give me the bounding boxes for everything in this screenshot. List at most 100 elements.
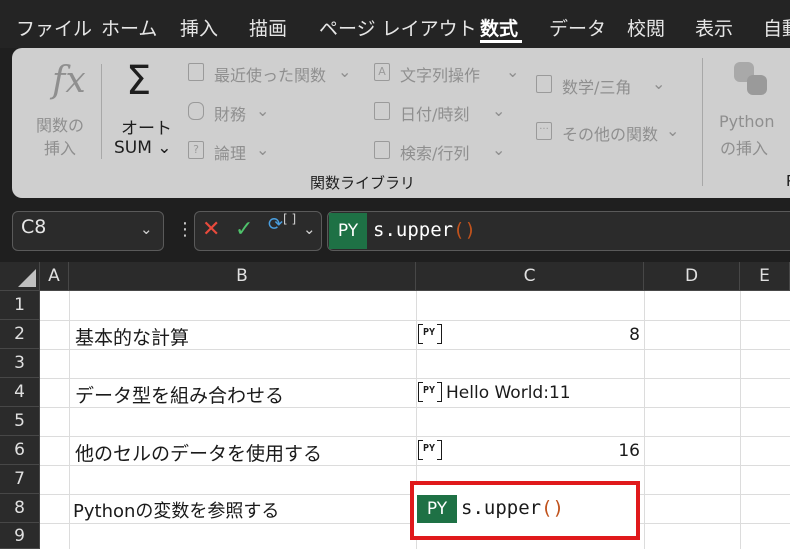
text-icon: A xyxy=(374,63,390,81)
python-icon xyxy=(734,62,768,96)
logical-label: 論理 xyxy=(214,144,247,163)
insert-function-label-1: 関数の xyxy=(36,116,85,135)
column-header-b[interactable]: B xyxy=(69,262,416,291)
row-header-6[interactable]: 6 xyxy=(0,436,40,465)
star-icon xyxy=(188,63,204,81)
cell-b2[interactable]: 基本的な計算 xyxy=(75,323,189,350)
row-gridline xyxy=(40,320,790,321)
lookup-dropdown[interactable]: 検索/行列 ⌄ xyxy=(374,140,524,163)
ribbon-separator xyxy=(702,58,703,186)
more-options-icon[interactable]: ⋮ xyxy=(176,219,194,240)
python-badge: PY xyxy=(417,495,457,523)
more-functions-dropdown[interactable]: ··· その他の関数 ⌄ xyxy=(536,121,696,144)
more-functions-label: その他の関数 xyxy=(562,125,659,144)
financial-label: 財務 xyxy=(214,105,247,124)
python-cell-icon: PY xyxy=(418,440,442,460)
column-header-e[interactable]: E xyxy=(740,262,790,291)
menu-review[interactable]: 校閲 xyxy=(627,14,665,41)
row-header-9[interactable]: 9 xyxy=(0,523,40,549)
sigma-icon: Σ xyxy=(126,58,152,104)
more-functions-icon: ··· xyxy=(536,122,552,140)
menu-view[interactable]: 表示 xyxy=(695,14,733,41)
row-header-2[interactable]: 2 xyxy=(0,320,40,349)
chevron-down-icon: ⌄ xyxy=(652,74,666,93)
cell-b6[interactable]: 他のセルのデータを使用する xyxy=(75,439,322,466)
enter-icon[interactable]: ✓ xyxy=(235,217,253,242)
chevron-down-icon: ⌄ xyxy=(338,62,352,81)
datetime-label: 日付/時刻 xyxy=(400,105,470,124)
question-icon: ? xyxy=(188,141,204,159)
financial-dropdown[interactable]: 財務 ⌄ xyxy=(188,101,278,124)
python-cell-icon: PY xyxy=(418,382,442,402)
cell-c6[interactable]: 16 xyxy=(560,441,640,461)
menu-bar: ファイル ホーム 挿入 描画 ページ レイアウト 数式 データ 校閲 表示 自動 xyxy=(0,0,790,48)
column-header-c[interactable]: C xyxy=(416,262,644,291)
cell-c8-formula[interactable]: s.upper() xyxy=(461,497,564,519)
math-icon xyxy=(536,75,552,93)
chevron-down-icon: ⌄ xyxy=(506,62,520,81)
row-header-7[interactable]: 7 xyxy=(0,465,40,494)
recent-functions-dropdown[interactable]: 最近使った関数 ⌄ xyxy=(188,62,358,85)
row-gridline xyxy=(40,378,790,379)
insert-function-button[interactable]: fx 関数の 挿入 xyxy=(26,54,96,158)
cut-group-label: P xyxy=(786,172,790,190)
row-header-1[interactable]: 1 xyxy=(0,291,40,320)
clock-icon xyxy=(374,102,390,120)
menu-page-layout[interactable]: ページ レイアウト xyxy=(319,14,477,41)
insert-python-label-1: Python xyxy=(719,112,775,131)
python-cell-icon: PY xyxy=(418,324,442,344)
math-label: 数学/三角 xyxy=(562,78,632,97)
menu-insert[interactable]: 挿入 xyxy=(180,14,218,41)
text-functions-label: 文字列操作 xyxy=(400,66,481,85)
menu-formulas[interactable]: 数式 xyxy=(480,14,518,41)
chevron-down-icon[interactable]: ⌄ xyxy=(140,220,153,238)
column-gridline xyxy=(69,291,70,549)
recent-functions-label: 最近使った関数 xyxy=(214,66,327,85)
chevron-down-icon: ⌄ xyxy=(666,121,680,140)
cell-c4[interactable]: Hello World:11 xyxy=(446,383,571,403)
chevron-down-icon: ⌄ xyxy=(256,101,270,120)
row-header-8[interactable]: 8 xyxy=(0,494,40,523)
select-all-corner[interactable] xyxy=(0,262,40,291)
chevron-down-icon[interactable]: ⌄ xyxy=(303,220,316,238)
autosum-label-1: オート xyxy=(121,119,172,139)
column-header-a[interactable]: A xyxy=(40,262,69,291)
formula-text[interactable]: s.upper() xyxy=(373,219,476,241)
active-tab-indicator xyxy=(480,40,522,43)
row-header-5[interactable]: 5 xyxy=(0,407,40,436)
menu-draw[interactable]: 描画 xyxy=(249,14,287,41)
insert-python-label-2: の挿入 xyxy=(720,139,769,158)
cancel-icon[interactable]: ✕ xyxy=(202,217,220,242)
autosum-label-2: SUM ⌄ xyxy=(114,138,172,158)
bracket-icon: [ ] xyxy=(283,212,297,226)
row-gridline xyxy=(40,436,790,437)
python-output-icon[interactable]: ⟳ xyxy=(268,214,283,235)
menu-file[interactable]: ファイル xyxy=(16,14,92,41)
chevron-down-icon: ⌄ xyxy=(492,101,506,120)
autosum-button[interactable]: Σ オート SUM ⌄ xyxy=(108,54,178,158)
row-header-3[interactable]: 3 xyxy=(0,349,40,378)
column-gridline xyxy=(740,291,741,549)
insert-python-button[interactable]: Python の挿入 xyxy=(712,54,790,158)
menu-home[interactable]: ホーム xyxy=(101,14,157,41)
ribbon-separator xyxy=(101,64,102,159)
text-dropdown[interactable]: A 文字列操作 ⌄ xyxy=(374,62,524,85)
column-header-d[interactable]: D xyxy=(644,262,740,291)
logical-dropdown[interactable]: ? 論理 ⌄ xyxy=(188,140,278,163)
name-box-value: C8 xyxy=(21,216,47,238)
lookup-icon xyxy=(374,141,390,159)
datetime-dropdown[interactable]: 日付/時刻 ⌄ xyxy=(374,101,524,124)
chevron-down-icon: ⌄ xyxy=(492,140,506,159)
menu-automate[interactable]: 自動 xyxy=(763,14,790,41)
column-gridline xyxy=(644,291,645,549)
cell-b8[interactable]: Pythonの変数を参照する xyxy=(73,497,279,523)
row-header-4[interactable]: 4 xyxy=(0,378,40,407)
database-icon xyxy=(188,102,204,120)
cell-c2[interactable]: 8 xyxy=(560,325,640,345)
cell-b4[interactable]: データ型を組み合わせる xyxy=(75,381,284,408)
insert-function-label-2: 挿入 xyxy=(44,139,77,158)
math-dropdown[interactable]: 数学/三角 ⌄ xyxy=(536,74,686,97)
excel-window: ファイル ホーム 挿入 描画 ページ レイアウト 数式 データ 校閲 表示 自動… xyxy=(0,0,790,549)
fx-icon: fx xyxy=(52,60,86,101)
menu-data[interactable]: データ xyxy=(549,14,606,41)
